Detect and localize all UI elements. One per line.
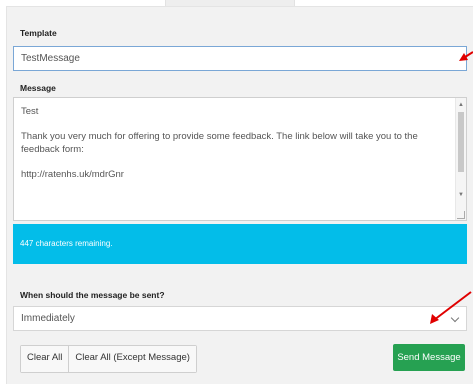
scroll-up-icon[interactable]: ▲	[456, 100, 466, 110]
characters-remaining-bar: 447 characters remaining.	[13, 224, 467, 264]
schedule-value: Immediately	[21, 313, 75, 324]
scroll-thumb[interactable]	[458, 112, 464, 172]
scroll-down-icon[interactable]: ▼	[456, 190, 466, 200]
annotation-arrow-icon	[459, 51, 473, 61]
schedule-label: When should the message be sent?	[20, 290, 165, 300]
template-field[interactable]: TestMessage	[13, 46, 467, 71]
message-label: Message	[20, 83, 56, 93]
message-scrollbar[interactable]: ▲ ▼	[455, 98, 466, 220]
send-message-button[interactable]: Send Message	[393, 344, 465, 371]
characters-remaining-text: 447 characters remaining.	[20, 239, 113, 248]
message-line: http://ratenhs.uk/mdrGnr	[21, 169, 124, 180]
message-text: Test Thank you very much for offering to…	[21, 105, 447, 193]
template-value: TestMessage	[21, 53, 80, 64]
message-textarea[interactable]: Test Thank you very much for offering to…	[13, 97, 467, 221]
template-label: Template	[20, 28, 57, 38]
clear-all-button[interactable]: Clear All	[21, 346, 69, 372]
clear-button-group: Clear All Clear All (Except Message)	[20, 345, 197, 373]
clear-all-except-message-button[interactable]: Clear All (Except Message)	[68, 346, 196, 372]
schedule-select[interactable]: Immediately	[13, 306, 467, 331]
message-line: Test	[21, 106, 39, 117]
message-line: Thank you very much for offering to prov…	[21, 131, 418, 155]
annotation-arrow-icon	[430, 291, 472, 324]
resize-grip-icon[interactable]	[457, 211, 465, 219]
